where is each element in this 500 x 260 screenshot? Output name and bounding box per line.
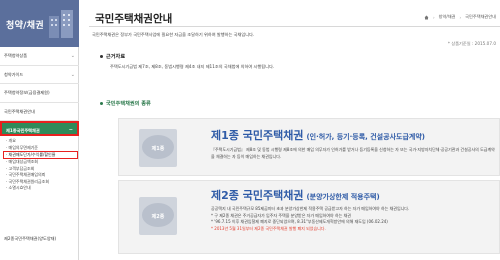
bond-card-title-text: 제2종 국민주택채권 [211,189,304,202]
bond-card-title: 제1종 국민주택채권 (인·허가, 등기·등록, 건설공사도급계약) [211,127,425,143]
legal-basis-text: 주택도시기금법 제7조, 제8조, 동법시행령 제4조 내지 제11조의 국채법… [110,64,275,69]
main-content: 국민주택채권안내 › 창약/채권 › 국민주택채권안내 국민주택채권은 정부가 … [79,0,500,260]
legal-basis-label: 근거자료 [106,54,126,60]
bond-badge-label: 제1종 [151,145,165,152]
sidebar-item-label: 청약가이드 [4,71,24,77]
page-title: 국민주택채권안내 [95,13,173,25]
sidebar-item-first-class-bond[interactable]: 제1종국민주택채권 − [0,121,79,136]
bullet-icon [100,55,103,58]
sidebar-item-label: 주택청약정보(금융결제원) [4,90,50,95]
sidebar-item-label: 제1종국민주택채권 [6,128,40,133]
sidebar-header: 청약/채권 [0,0,79,47]
sidebar-submenu: · 개요 · 매입의무면제기준 · 채권매도단가/수익률/할인율 · 매입대상금… [0,136,79,194]
sidebar-item-subscription-guide[interactable]: 청약가이드 ⌄ [0,66,79,84]
home-icon[interactable] [424,15,429,20]
intro-text: 국민주택채권은 정부가 국민주택사업에 필요한 자금을 조달하기 위하여 발행하… [92,32,255,37]
bond-card-subtitle: (인·허가, 등기·등록, 건설공사도급계약) [306,133,425,141]
bond-card-title-text: 제1종 국민주택채권 [211,129,304,142]
bond-card-description: 『주택도시기금법』 제8조 및 동법 시행령 제8조에 의한 매입 의무자가 인… [211,147,495,159]
bond-card-note-warning: * 2013년 5월 31일부터 제2종 국민주택채권 발행 폐지 되었습니다. [211,225,326,231]
sidebar-menu: 주택청약상품 ⌄ 청약가이드 ⌄ 주택청약정보(금융결제원) 국민주택채권안내 제1… [0,47,79,194]
bullet-icon [100,102,103,105]
date-note: * 상품기준일 : 2015.07.0 [447,41,496,46]
breadcrumb-separator: › [432,14,435,20]
bond-card-first: 제1종 제1종 국민주택채권 (인·허가, 등기·등록, 건설공사도급계약) 『주… [118,118,500,176]
bond-badge-label: 제2종 [151,213,165,220]
breadcrumb-item-current: 국민주택채권안내 [465,14,496,19]
bond-card-title: 제2종 국민주택채권 (분양가상한제 적용주택) [211,187,380,203]
bond-badge: 제2종 [139,197,177,235]
building-illustration-icon [49,10,73,38]
sidebar-item-housing-subscription[interactable]: 주택청약상품 ⌄ [0,47,79,66]
sidebar-item-label: 국민주택채권안내 [4,108,35,114]
breadcrumb: › 창약/채권 › 국민주택채권안내 [424,14,496,20]
title-divider [89,26,500,27]
breadcrumb-separator: › [459,14,462,20]
legal-basis-heading: 근거자료 [100,53,125,60]
submenu-item-prescription[interactable]: · 소멸시효안내 [6,185,79,192]
chevron-down-icon: ⌄ [70,53,75,59]
sidebar-item-bond-guide[interactable]: 국민주택채권안내 [0,103,79,121]
sidebar-title: 청약/채권 [6,21,44,31]
bond-card-description: 공공택지 내 국민주택규모 85제곱미터 초과 분양가상한제 적용주택 공급받고… [211,206,496,232]
chevron-down-icon: ⌄ [70,71,75,78]
minus-icon: − [68,127,73,133]
sidebar-item-subscription-info[interactable]: 주택청약정보(금융결제원) [0,84,79,103]
submenu-item-bond-price-yield[interactable]: · 채권매도단가/수익률/할인율 [3,151,78,159]
bond-card-second: 제2종 제2종 국민주택채권 (분양가상한제 적용주택) 공공택지 내 국민주택규… [118,180,500,254]
sidebar-item-label: 주택청약상품 [4,53,28,58]
breadcrumb-item[interactable]: 창약/채권 [439,14,456,20]
bond-types-label: 국민주택채권의 종류 [106,101,151,107]
sidebar: 청약/채권 주택청약상품 ⌄ 청약가이드 ⌄ 주택청약정보(금융결제원) 국민주택채… [0,0,79,260]
bond-types-heading: 국민주택채권의 종류 [100,100,151,107]
sidebar-item-second-class-bond[interactable]: 제2종국민주택채권(양도양재) [0,236,79,242]
bond-badge: 제1종 [139,129,177,167]
bond-card-subtitle: (분양가상한제 적용주택) [306,193,380,201]
